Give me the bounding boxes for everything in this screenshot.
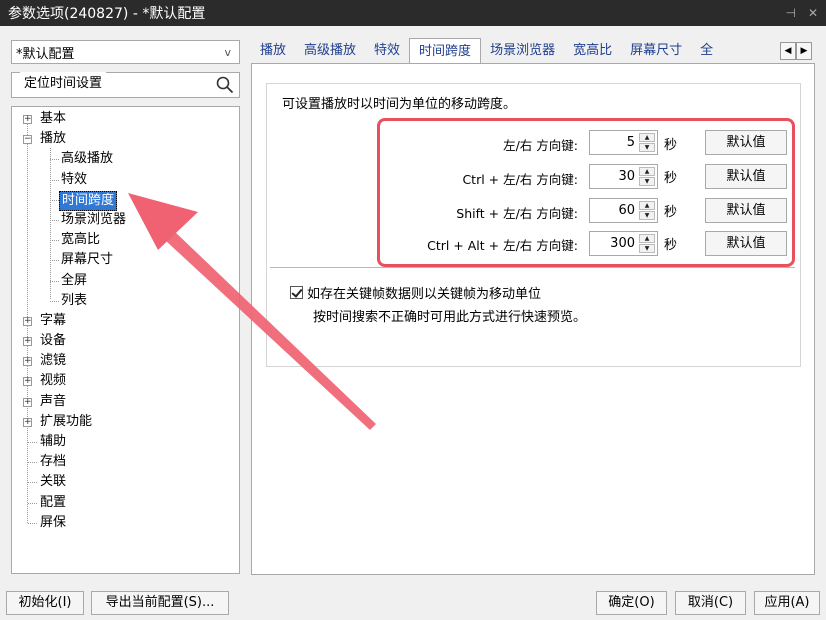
tree-item-label: 关联 bbox=[40, 474, 67, 490]
tree-item-extensions[interactable]: + 扩展功能 bbox=[12, 412, 239, 432]
keyframe-checkbox-label: 如存在关键帧数据则以关键帧为移动单位 bbox=[307, 287, 542, 302]
group-title: 定位时间设置 bbox=[20, 72, 107, 91]
tab-time-span[interactable]: 时间跨度 bbox=[409, 38, 482, 65]
pin-icon[interactable]: ⊣ bbox=[785, 6, 795, 20]
tree-item-basic[interactable]: + 基本 bbox=[12, 109, 239, 129]
tree-item-label: 场景浏览器 bbox=[61, 211, 127, 227]
window-title: 参数选项(240827) - *默认配置 bbox=[8, 6, 206, 22]
tree-item-label: 扩展功能 bbox=[40, 413, 93, 429]
settings-tree: + 基本 − 播放 高级播放 特效 时间跨度 场景浏览器 宽高比 屏幕尺寸 全屏… bbox=[11, 106, 240, 574]
tree-item-devices[interactable]: + 设备 bbox=[12, 331, 239, 351]
tree-item-time-span[interactable]: 时间跨度 bbox=[12, 190, 239, 211]
keyframe-description: 按时间搜索不正确时可用此方式进行快速预览。 bbox=[313, 310, 587, 325]
tree-item-advanced-playback[interactable]: 高级播放 bbox=[12, 149, 239, 169]
tab-fullscreen[interactable]: 全 bbox=[691, 38, 722, 64]
tab-scene-browser[interactable]: 场景浏览器 bbox=[481, 38, 564, 64]
tab-playback[interactable]: 播放 bbox=[251, 38, 295, 64]
tree-item-label: 屏保 bbox=[40, 514, 67, 530]
tree-item-subtitles[interactable]: + 字幕 bbox=[12, 311, 239, 331]
tree-item-label: 基本 bbox=[40, 111, 67, 126]
chevron-down-icon: v bbox=[224, 45, 231, 59]
tab-effects[interactable]: 特效 bbox=[365, 38, 409, 64]
highlight-box bbox=[377, 118, 795, 267]
tree-item-associations[interactable]: 关联 bbox=[12, 472, 239, 492]
search-icon[interactable] bbox=[216, 76, 234, 94]
tab-advanced-playback[interactable]: 高级播放 bbox=[295, 38, 365, 64]
tab-scroll-right-icon[interactable]: ▶ bbox=[796, 42, 812, 60]
export-config-button[interactable]: 导出当前配置(S)... bbox=[91, 591, 229, 615]
expand-icon[interactable]: + bbox=[23, 115, 32, 124]
group-description: 可设置播放时以时间为单位的移动跨度。 bbox=[282, 97, 517, 112]
tree-item-aspect-ratio[interactable]: 宽高比 bbox=[12, 230, 239, 250]
tree-item-playback[interactable]: − 播放 bbox=[12, 129, 239, 149]
tab-screen-size[interactable]: 屏幕尺寸 bbox=[621, 38, 691, 64]
expand-icon[interactable]: + bbox=[23, 417, 32, 427]
expand-icon[interactable]: + bbox=[23, 357, 32, 367]
tree-item-label: 配置 bbox=[40, 494, 67, 510]
tree-item-config[interactable]: 配置 bbox=[12, 493, 239, 513]
close-icon[interactable]: ✕ bbox=[808, 6, 818, 20]
tree-item-video[interactable]: + 视频 bbox=[12, 371, 239, 391]
tree-item-label: 全屏 bbox=[61, 272, 88, 288]
expand-icon[interactable]: + bbox=[23, 316, 32, 326]
tree-item-label: 声音 bbox=[40, 393, 67, 409]
tree-item-archive[interactable]: 存档 bbox=[12, 452, 239, 472]
keyframe-option[interactable]: 如存在关键帧数据则以关键帧为移动单位 bbox=[290, 283, 541, 302]
tree-item-label: 特效 bbox=[61, 171, 88, 187]
profile-select[interactable]: *默认配置 v bbox=[11, 40, 240, 64]
expand-icon[interactable]: + bbox=[23, 377, 32, 387]
tree-item-scene-browser[interactable]: 场景浏览器 bbox=[12, 210, 239, 230]
tree-item-accessibility[interactable]: 辅助 bbox=[12, 432, 239, 452]
tree-item-label: 字幕 bbox=[40, 312, 67, 328]
tree-item-label: 播放 bbox=[40, 131, 67, 147]
tree-item-playlist[interactable]: 列表 bbox=[12, 291, 239, 311]
tree-item-filters[interactable]: + 滤镜 bbox=[12, 351, 239, 371]
profile-select-value: *默认配置 bbox=[16, 46, 75, 62]
tab-scroll-left-icon[interactable]: ◀ bbox=[780, 42, 796, 60]
collapse-icon[interactable]: − bbox=[23, 135, 32, 145]
tab-bar: 播放 高级播放 特效 时间跨度 场景浏览器 宽高比 屏幕尺寸 全 bbox=[251, 38, 811, 65]
title-bar: 参数选项(240827) - *默认配置 ⊣ ✕ bbox=[0, 0, 826, 26]
ok-button[interactable]: 确定(O) bbox=[596, 591, 667, 615]
tree-item-screen-size[interactable]: 屏幕尺寸 bbox=[12, 250, 239, 270]
expand-icon[interactable]: + bbox=[23, 337, 32, 347]
tree-item-fullscreen[interactable]: 全屏 bbox=[12, 271, 239, 291]
tree-item-label: 列表 bbox=[61, 292, 88, 308]
tree-item-label: 辅助 bbox=[40, 434, 67, 449]
tree-item-label: 时间跨度 bbox=[59, 190, 118, 211]
divider bbox=[270, 267, 795, 268]
tree-item-label: 宽高比 bbox=[61, 232, 101, 248]
tree-item-label: 高级播放 bbox=[61, 151, 114, 167]
expand-icon[interactable]: + bbox=[23, 397, 32, 407]
apply-button[interactable]: 应用(A) bbox=[754, 591, 820, 615]
keyframe-checkbox[interactable] bbox=[290, 286, 303, 299]
tree-item-label: 设备 bbox=[40, 333, 67, 349]
tree-item-effects[interactable]: 特效 bbox=[12, 170, 239, 190]
tree-item-label: 滤镜 bbox=[40, 353, 67, 369]
tree-item-screensaver[interactable]: 屏保 bbox=[12, 513, 239, 533]
tree-item-label: 存档 bbox=[40, 454, 67, 470]
tree-item-label: 视频 bbox=[40, 373, 67, 389]
tab-aspect-ratio[interactable]: 宽高比 bbox=[564, 38, 621, 64]
tree-item-audio[interactable]: + 声音 bbox=[12, 392, 239, 412]
init-button[interactable]: 初始化(I) bbox=[6, 591, 84, 615]
tab-scroller: ◀ ▶ bbox=[780, 42, 812, 60]
cancel-button[interactable]: 取消(C) bbox=[675, 591, 746, 615]
tree-item-label: 屏幕尺寸 bbox=[61, 252, 114, 268]
